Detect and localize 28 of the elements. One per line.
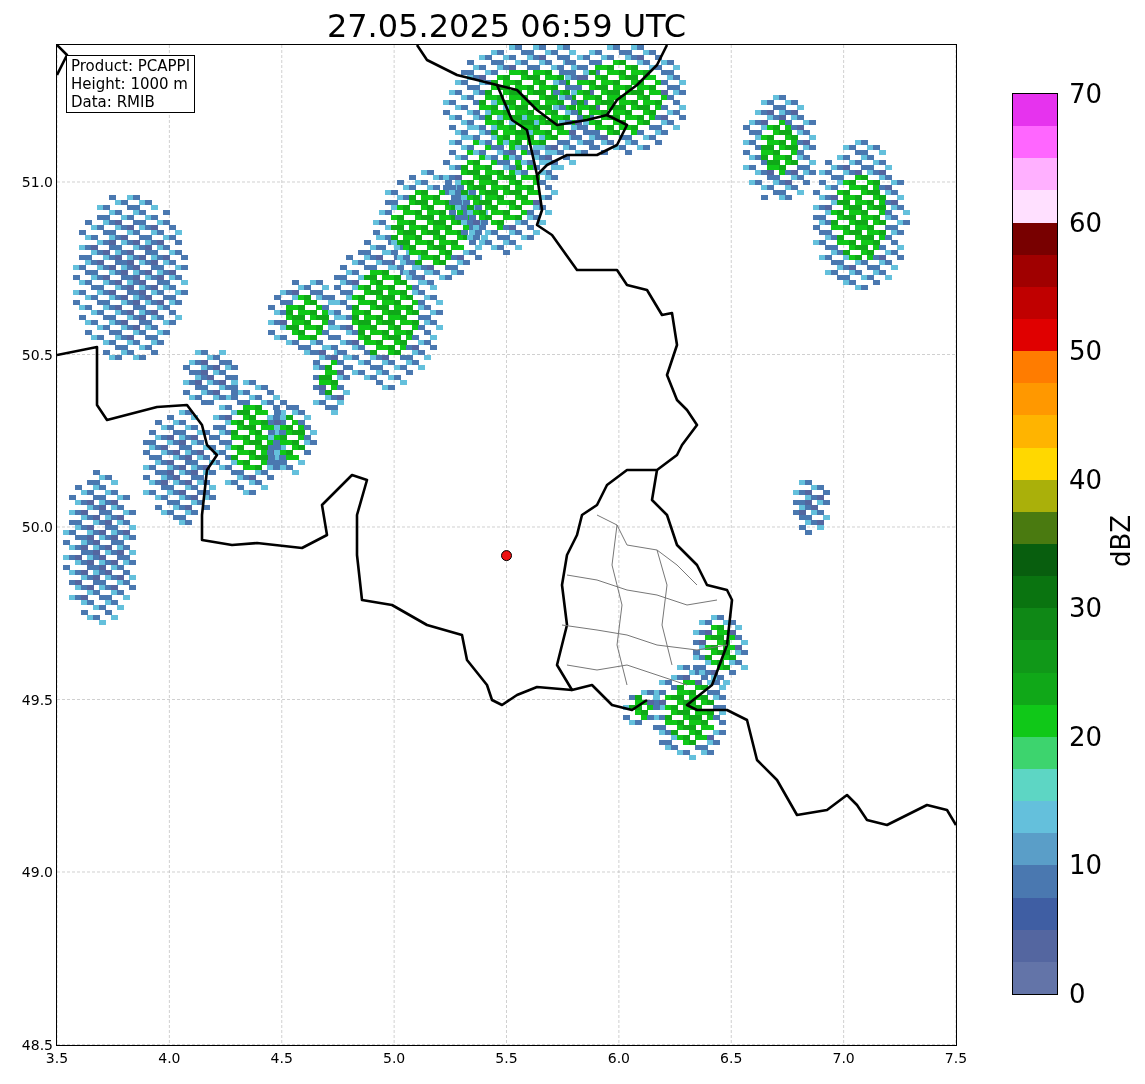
axis-tick-label: 48.5 [21, 1035, 53, 1053]
axis-tick-label: 49.0 [21, 863, 53, 881]
axis-tick-label: 3.5 [44, 1050, 70, 1067]
axis-tick-label: 5.0 [382, 1049, 407, 1067]
scale-tick-label: 0 [1069, 978, 1086, 1010]
axis-tick-label: 6.0 [606, 1049, 631, 1067]
scale-label: dBZ [1106, 514, 1137, 568]
axis-tick-label: 50.5 [21, 345, 53, 364]
axis-tick-label: 51.0 [21, 173, 53, 191]
axis-tick-label: 6.5 [719, 1049, 744, 1067]
axis-tick-label: 5.5 [494, 1049, 519, 1067]
info-text: Product: PCAPPI [71, 57, 191, 75]
scale-tick-label: 20 [1069, 720, 1103, 753]
scale-tick-label: 30 [1069, 592, 1103, 625]
info-text: Data: RMIB [71, 93, 156, 111]
axis-tick-label: 49.5 [21, 690, 53, 709]
axis-tick-label: 7.0 [831, 1049, 856, 1067]
scale-tick-label: 10 [1069, 849, 1103, 882]
scale-tick-label: 50 [1069, 335, 1103, 368]
scale-tick-label: 60 [1069, 206, 1103, 239]
chart-title: 27.05.2025 06:59 UTC [325, 6, 688, 44]
axis-tick-label: 50.0 [21, 518, 53, 536]
axis-tick-label: 4.0 [157, 1049, 182, 1067]
scale-tick-label: 70 [1069, 78, 1103, 110]
info-text: Height: 1000 m [71, 75, 189, 93]
scale-tick-label: 40 [1069, 463, 1103, 496]
axis-tick-label: 4.5 [269, 1049, 294, 1067]
axis-tick-label: 7.5 [943, 1049, 969, 1067]
